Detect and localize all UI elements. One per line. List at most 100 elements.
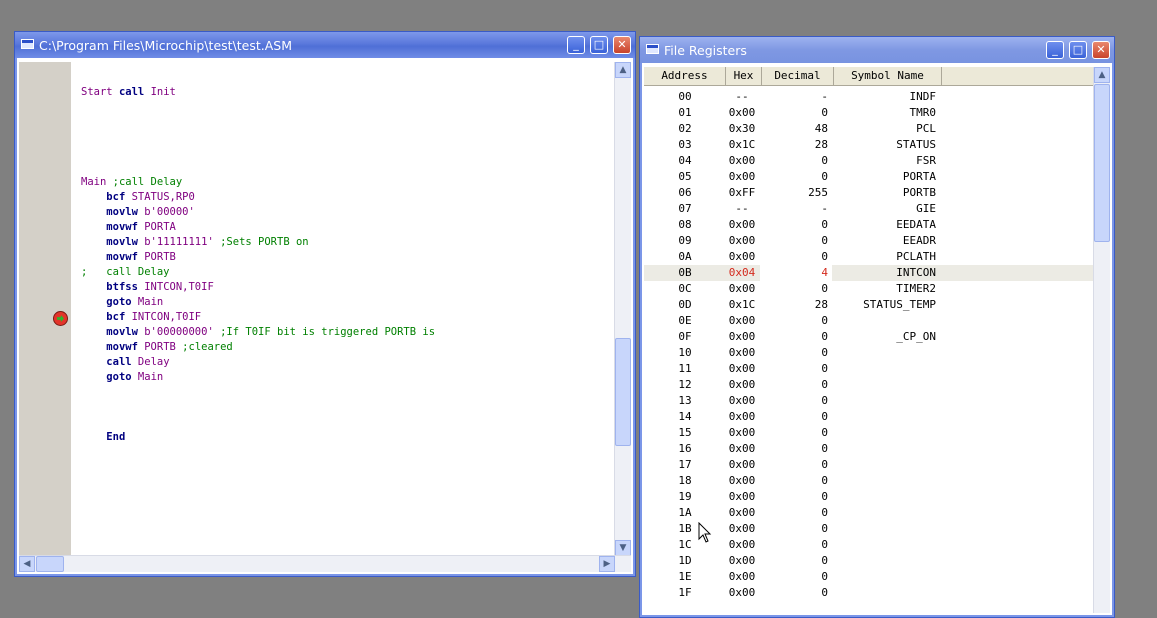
register-row[interactable]: 06 0xFF 255 PORTB [644,185,1094,201]
hex-cell: 0x00 [728,458,756,471]
register-row[interactable]: 1F 0x00 0 [644,585,1094,601]
editor-vertical-scrollbar[interactable]: ▲ ▼ [614,62,631,556]
register-row[interactable]: 04 0x00 0 FSR [644,153,1094,169]
register-row[interactable]: 17 0x00 0 [644,457,1094,473]
register-row[interactable]: 03 0x1C 28 STATUS [644,137,1094,153]
minimize-icon: _ [573,38,579,51]
hex-cell: 0x00 [728,394,756,407]
column-header-hex[interactable]: Hex [726,67,762,85]
code-line[interactable]: goto Main [81,371,163,383]
scroll-left-icon: ◀ [23,559,31,569]
symbol-cell: INTCON [896,266,936,279]
register-row[interactable]: 07 -- - GIE [644,201,1094,217]
address-cell: 0A [678,250,692,263]
registers-vertical-scrollbar[interactable]: ▲ [1093,67,1110,613]
column-header-address[interactable]: Address [644,67,726,85]
register-row[interactable]: 0F 0x00 0 _CP_ON [644,329,1094,345]
registers-titlebar[interactable]: File Registers _ □ ✕ [640,37,1114,63]
scroll-up-button[interactable]: ▲ [615,62,631,78]
close-button[interactable]: ✕ [613,36,631,54]
address-cell: 1F [678,586,692,599]
hex-cell: 0x1C [728,138,756,151]
register-row[interactable]: 19 0x00 0 [644,489,1094,505]
register-row[interactable]: 1A 0x00 0 [644,505,1094,521]
scroll-left-button[interactable]: ◀ [19,556,35,572]
register-row[interactable]: 15 0x00 0 [644,425,1094,441]
scroll-up-button[interactable]: ▲ [1094,67,1110,83]
editor-horizontal-thumb[interactable] [36,556,64,572]
scroll-down-button[interactable]: ▼ [615,540,631,556]
code-line[interactable]: movwf PORTB ;cleared [81,341,232,353]
code-line[interactable]: Main ;call Delay [81,176,182,188]
register-row[interactable]: 0B 0x04 4 INTCON [644,265,1094,281]
hex-cell: -- [735,90,749,103]
editor-titlebar[interactable]: C:\Program Files\Microchip\test\test.ASM… [15,32,635,58]
code-line[interactable]: movwf PORTA [81,221,176,233]
register-row[interactable]: 0D 0x1C 28 STATUS_TEMP [644,297,1094,313]
register-row[interactable]: 0E 0x00 0 [644,313,1094,329]
column-header-symbol-name[interactable]: Symbol Name [834,67,942,85]
symbol-cell: STATUS_TEMP [863,298,936,311]
hex-cell: 0x00 [728,378,756,391]
code-line[interactable]: goto Main [81,296,163,308]
code-line[interactable]: Start call Init [81,86,176,98]
close-icon: ✕ [1096,43,1106,56]
register-row[interactable]: 02 0x30 48 PCL [644,121,1094,137]
register-row[interactable]: 05 0x00 0 PORTA [644,169,1094,185]
register-row[interactable]: 0C 0x00 0 TIMER2 [644,281,1094,297]
code-line[interactable]: ; call Delay [81,266,170,278]
register-row[interactable]: 01 0x00 0 TMR0 [644,105,1094,121]
editor-gutter[interactable] [19,62,72,556]
register-row[interactable]: 14 0x00 0 [644,409,1094,425]
address-cell: 01 [678,106,692,119]
code-area[interactable]: Start call Init Main ;call Delay bcf STAT… [71,62,615,556]
register-row[interactable]: 08 0x00 0 EEDATA [644,217,1094,233]
minimize-button[interactable]: _ [1046,41,1064,59]
register-row[interactable]: 09 0x00 0 EEADR [644,233,1094,249]
code-line[interactable]: bcf INTCON,T0IF [81,311,201,323]
registers-vertical-thumb[interactable] [1094,84,1110,242]
close-button[interactable]: ✕ [1092,41,1110,59]
register-row[interactable]: 18 0x00 0 [644,473,1094,489]
symbol-cell: GIE [916,202,936,215]
register-row[interactable]: 00 -- - INDF [644,89,1094,105]
register-row[interactable]: 16 0x00 0 [644,441,1094,457]
register-row[interactable]: 1E 0x00 0 [644,569,1094,585]
register-row[interactable]: 11 0x00 0 [644,361,1094,377]
decimal-cell: 0 [821,154,828,167]
address-cell: 1B [678,522,692,535]
code-line[interactable]: movlw b'00000' [81,206,195,218]
hex-cell: 0x00 [728,106,756,119]
editor-horizontal-scrollbar[interactable]: ◀ ▶ [19,555,631,572]
register-row[interactable]: 1D 0x00 0 [644,553,1094,569]
minimize-button[interactable]: _ [567,36,585,54]
code-line[interactable]: movlw b'11111111' ;Sets PORTB on [81,236,308,248]
scroll-up-icon: ▲ [619,65,627,75]
hex-cell: 0x00 [728,234,756,247]
code-line[interactable]: movlw b'00000000' ;If T0IF bit is trigge… [81,326,435,338]
register-row[interactable]: 13 0x00 0 [644,393,1094,409]
code-line[interactable]: End [81,431,125,443]
decimal-cell: 0 [821,218,828,231]
hex-cell: 0x00 [728,218,756,231]
minimize-icon: _ [1052,43,1058,56]
breakpoint-arrow-icon[interactable] [53,311,68,326]
editor-window: C:\Program Files\Microchip\test\test.ASM… [14,31,636,577]
symbol-cell: FSR [916,154,936,167]
code-line[interactable]: bcf STATUS,RP0 [81,191,195,203]
editor-vertical-thumb[interactable] [615,338,631,446]
scroll-right-button[interactable]: ▶ [599,556,615,572]
decimal-cell: 0 [821,554,828,567]
decimal-cell: 28 [814,298,828,311]
column-header-decimal[interactable]: Decimal [762,67,834,85]
maximize-button[interactable]: □ [1069,41,1087,59]
register-row[interactable]: 12 0x00 0 [644,377,1094,393]
code-line[interactable]: movwf PORTB [81,251,176,263]
decimal-cell: 0 [821,106,828,119]
code-line[interactable]: btfss INTCON,T0IF [81,281,213,293]
address-cell: 00 [678,90,692,103]
maximize-button[interactable]: □ [590,36,608,54]
register-row[interactable]: 0A 0x00 0 PCLATH [644,249,1094,265]
code-line[interactable]: call Delay [81,356,169,368]
register-row[interactable]: 10 0x00 0 [644,345,1094,361]
